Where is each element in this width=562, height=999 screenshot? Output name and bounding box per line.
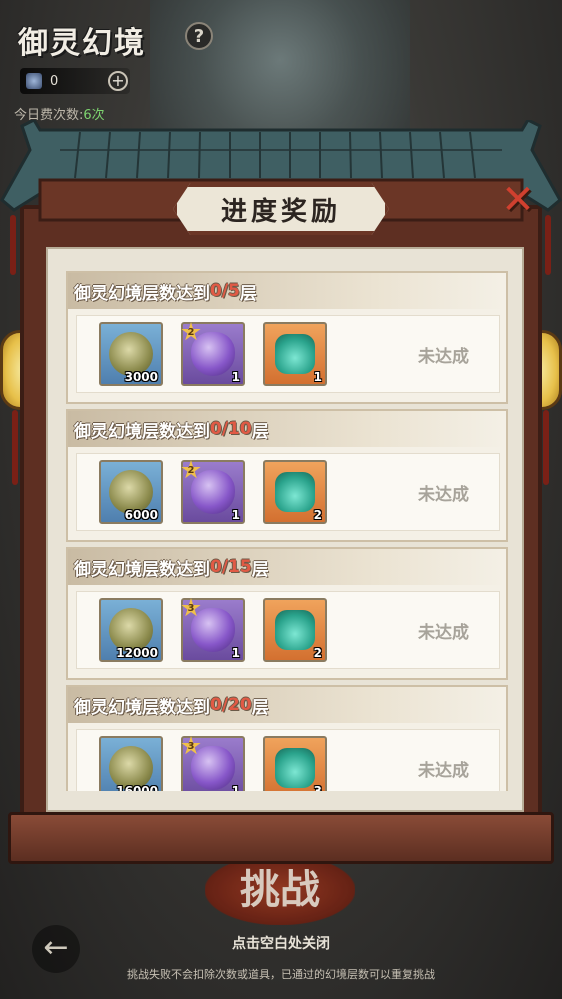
status-label: 未达成 — [418, 761, 469, 781]
condition-prefix: 御灵幻境层数达到 — [74, 283, 210, 304]
reward-card: 御灵幻境层数达到 0/20 层 16000 3 1 3 未达成 — [66, 685, 508, 791]
potion-icon — [275, 748, 315, 788]
reward-items: 3000 2 1 1 未达成 — [76, 315, 500, 393]
challenge-button[interactable]: 挑战 — [205, 855, 355, 925]
close-button[interactable]: ✕ — [496, 178, 540, 222]
condition-progress: 0/5 — [210, 281, 240, 301]
reward-item[interactable]: 2 — [263, 460, 327, 524]
tassel-right — [543, 410, 549, 485]
reward-modal: 御灵幻境层数达到 0/5 层 3000 2 1 1 未达成 御灵幻境层数达到 0… — [20, 205, 542, 825]
reward-items: 12000 3 1 2 未达成 — [76, 591, 500, 669]
currency-bar: 0 + — [20, 68, 130, 94]
condition-progress: 0/20 — [210, 695, 252, 715]
page-title: 御灵幻境 — [18, 26, 146, 61]
reward-item[interactable]: 6000 — [99, 460, 163, 524]
condition-prefix: 御灵幻境层数达到 — [74, 559, 210, 580]
egg-icon — [191, 470, 235, 514]
reward-panel: 御灵幻境层数达到 0/5 层 3000 2 1 1 未达成 御灵幻境层数达到 0… — [46, 247, 524, 812]
condition-suffix: 层 — [251, 559, 269, 580]
reward-items: 6000 2 1 2 未达成 — [76, 453, 500, 531]
item-count: 1 — [231, 784, 240, 791]
status-label: 未达成 — [418, 485, 469, 505]
reward-item[interactable]: 3000 — [99, 322, 163, 386]
reward-condition: 御灵幻境层数达到 0/15 层 — [68, 549, 506, 585]
item-count: 1 — [313, 370, 322, 384]
reward-item[interactable]: 12000 — [99, 598, 163, 662]
condition-prefix: 御灵幻境层数达到 — [74, 697, 210, 718]
item-count: 1 — [231, 370, 240, 384]
potion-icon — [275, 334, 315, 374]
item-count: 3000 — [124, 370, 158, 384]
item-count: 6000 — [124, 508, 158, 522]
reward-condition: 御灵幻境层数达到 0/10 层 — [68, 411, 506, 447]
item-count: 16000 — [116, 784, 158, 791]
reward-item[interactable]: 3 — [263, 736, 327, 791]
condition-suffix: 层 — [239, 283, 257, 304]
reward-item[interactable]: 16000 — [99, 736, 163, 791]
rules-note: 挑战失败不会扣除次数或道具，已通过的幻境层数可以重复挑战 — [127, 968, 435, 981]
status-label: 未达成 — [418, 347, 469, 367]
condition-suffix: 层 — [251, 697, 269, 718]
item-count: 3 — [313, 784, 322, 791]
reward-item[interactable]: 2 1 — [181, 460, 245, 524]
condition-progress: 0/10 — [210, 419, 252, 439]
help-button[interactable]: ? — [185, 22, 213, 50]
reward-item[interactable]: 2 — [263, 598, 327, 662]
potion-icon — [275, 472, 315, 512]
close-hint[interactable]: 点击空白处关闭 — [0, 933, 562, 953]
item-count: 12000 — [116, 646, 158, 660]
egg-icon — [191, 746, 235, 790]
reward-card: 御灵幻境层数达到 0/10 层 6000 2 1 2 未达成 — [66, 409, 508, 542]
reward-list[interactable]: 御灵幻境层数达到 0/5 层 3000 2 1 1 未达成 御灵幻境层数达到 0… — [66, 271, 508, 791]
item-count: 1 — [231, 646, 240, 660]
egg-icon — [191, 332, 235, 376]
item-count: 2 — [313, 646, 322, 660]
modal-title: 进度奖励 — [220, 196, 341, 227]
item-count: 1 — [231, 508, 240, 522]
reward-card: 御灵幻境层数达到 0/5 层 3000 2 1 1 未达成 — [66, 271, 508, 404]
condition-prefix: 御灵幻境层数达到 — [74, 421, 210, 442]
reward-condition: 御灵幻境层数达到 0/20 层 — [68, 687, 506, 723]
modal-title-plaque: 进度奖励 — [173, 183, 389, 235]
condition-suffix: 层 — [251, 421, 269, 442]
tassel-left — [12, 410, 18, 485]
bottom-beam — [8, 812, 554, 864]
condition-progress: 0/15 — [210, 557, 252, 577]
reward-card: 御灵幻境层数达到 0/15 层 12000 3 1 2 未达成 — [66, 547, 508, 680]
add-currency-button[interactable]: + — [108, 71, 128, 91]
reward-item[interactable]: 1 — [263, 322, 327, 386]
reward-items: 16000 3 1 3 未达成 — [76, 729, 500, 791]
reward-item[interactable]: 2 1 — [181, 322, 245, 386]
gem-icon — [26, 73, 42, 89]
reward-item[interactable]: 3 1 — [181, 598, 245, 662]
egg-icon — [191, 608, 235, 652]
currency-value: 0 — [50, 73, 59, 89]
reward-item[interactable]: 3 1 — [181, 736, 245, 791]
potion-icon — [275, 610, 315, 650]
item-count: 2 — [313, 508, 322, 522]
reward-condition: 御灵幻境层数达到 0/5 层 — [68, 273, 506, 309]
status-label: 未达成 — [418, 623, 469, 643]
